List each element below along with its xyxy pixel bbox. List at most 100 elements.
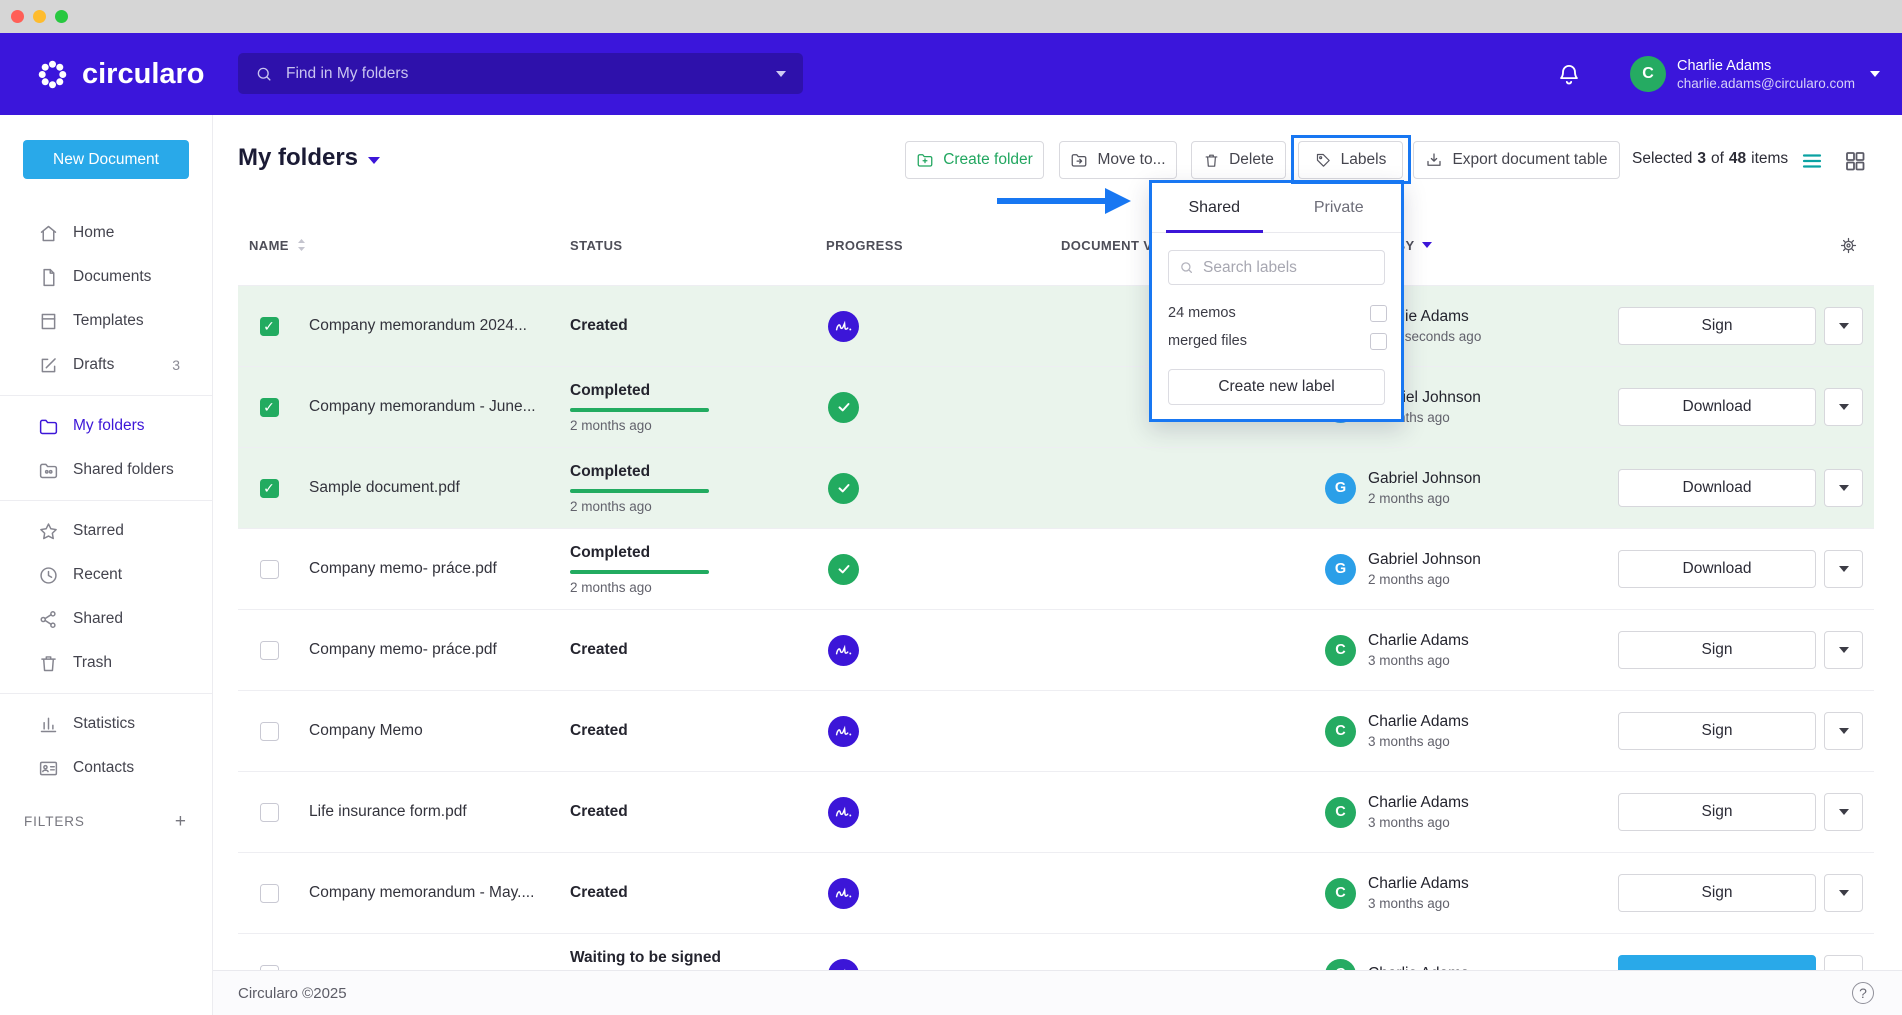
table-row[interactable]: Company Memo Created C Charlie Ad (238, 691, 1874, 772)
search-scope-dropdown-icon[interactable] (776, 71, 786, 77)
row-action-button[interactable]: Sign (1618, 793, 1816, 831)
grid-view-icon (1843, 149, 1867, 173)
sidebar-item-label: Shared (73, 610, 123, 628)
list-view-button[interactable] (1800, 149, 1824, 173)
sidebar-item-label: Drafts (73, 356, 114, 374)
document-icon (38, 267, 59, 288)
table-row[interactable]: Company memorandum - June... Completed 2… (238, 367, 1874, 448)
table-settings-gear-icon[interactable] (1839, 236, 1858, 255)
row-action-dropdown-button[interactable] (1824, 550, 1863, 588)
sidebar-item-documents[interactable]: Documents (0, 255, 212, 299)
sort-icon[interactable] (296, 237, 307, 253)
draft-icon (38, 355, 59, 376)
labels-popup: Shared Private Search labels 24 memos me… (1149, 180, 1404, 422)
create-new-label-button[interactable]: Create new label (1168, 369, 1385, 405)
row-action-dropdown-button[interactable] (1824, 874, 1863, 912)
sidebar-item-label: My folders (73, 417, 145, 435)
sidebar-item-my-folders[interactable]: My folders (0, 404, 212, 448)
signature-icon (835, 887, 852, 900)
create-folder-button[interactable]: Create folder (905, 141, 1044, 179)
delete-button[interactable]: Delete (1191, 141, 1286, 179)
row-action-button[interactable]: Download (1618, 469, 1816, 507)
row-action-dropdown-button[interactable] (1824, 712, 1863, 750)
page-title[interactable]: My folders (238, 144, 380, 172)
export-document-table-button[interactable]: Export document table (1413, 141, 1620, 179)
search-labels-input[interactable]: Search labels (1168, 250, 1385, 285)
close-window-button[interactable] (11, 10, 24, 23)
global-search-input[interactable]: Find in My folders (238, 53, 803, 94)
labels-list: 24 memos merged files (1168, 299, 1387, 355)
table-row[interactable]: Life insurance form.pdf Created C (238, 772, 1874, 853)
tab-shared[interactable]: Shared (1152, 183, 1277, 232)
document-name[interactable]: Company memo- práce.pdf (300, 610, 570, 690)
sidebar-item-trash[interactable]: Trash (0, 641, 212, 685)
document-name[interactable]: Life insurance form.pdf (300, 772, 570, 852)
column-header-progress[interactable]: PROGRESS (826, 238, 903, 253)
sidebar-item-label: Documents (73, 268, 151, 286)
label-name: merged files (1168, 333, 1247, 349)
table-row[interactable]: Company memorandum - May.... Created C (238, 853, 1874, 934)
sidebar-item-drafts[interactable]: Drafts 3 (0, 343, 212, 387)
row-action-button[interactable]: Sign (1618, 874, 1816, 912)
document-name[interactable]: Company memo- práce.pdf (300, 529, 570, 609)
row-checkbox[interactable] (260, 641, 279, 660)
sidebar-item-templates[interactable]: Templates (0, 299, 212, 343)
row-checkbox[interactable] (260, 317, 279, 336)
tab-private[interactable]: Private (1277, 183, 1402, 232)
sidebar-item-starred[interactable]: Starred (0, 509, 212, 553)
document-name[interactable]: Company memorandum 2024... (300, 286, 570, 366)
sidebar-item-recent[interactable]: Recent (0, 553, 212, 597)
zoom-window-button[interactable] (55, 10, 68, 23)
column-header-status[interactable]: STATUS (570, 238, 622, 253)
table-row[interactable]: Company memo- práce.pdf Created C (238, 610, 1874, 691)
row-action-button[interactable]: Download (1618, 550, 1816, 588)
row-action-button[interactable]: Sign (1618, 307, 1816, 345)
progress-icon (828, 797, 859, 828)
row-checkbox[interactable] (260, 560, 279, 579)
document-name[interactable]: Company memorandum - June... (300, 367, 570, 447)
label-item[interactable]: 24 memos (1168, 299, 1387, 327)
row-action-dropdown-button[interactable] (1824, 307, 1863, 345)
sidebar-item-shared[interactable]: Shared (0, 597, 212, 641)
sidebar-item-home[interactable]: Home (0, 211, 212, 255)
row-checkbox[interactable] (260, 398, 279, 417)
labels-button[interactable]: Labels (1298, 141, 1403, 179)
sidebar-item-label: Trash (73, 654, 112, 672)
label-item[interactable]: merged files (1168, 327, 1387, 355)
document-name[interactable]: Sample document.pdf (300, 448, 570, 528)
document-name[interactable]: Company Memo (300, 691, 570, 771)
avatar: C (1325, 635, 1356, 666)
user-name: Charlie Adams (1677, 58, 1855, 74)
row-checkbox[interactable] (260, 884, 279, 903)
notifications-button[interactable] (1556, 61, 1582, 87)
table-row[interactable]: Company memorandum 2024... Created C (238, 286, 1874, 367)
user-menu[interactable]: C Charlie Adams charlie.adams@circularo.… (1630, 56, 1880, 92)
label-checkbox[interactable] (1370, 333, 1387, 350)
sidebar-item-statistics[interactable]: Statistics (0, 702, 212, 746)
circularo-logo[interactable]: circularo (34, 55, 205, 93)
grid-view-button[interactable] (1843, 149, 1867, 173)
table-row[interactable]: Sample document.pdf Completed 2 months a… (238, 448, 1874, 529)
page-footer: Circularo ©2025 ? (213, 970, 1902, 1015)
new-document-button[interactable]: New Document (23, 140, 189, 179)
help-button[interactable]: ? (1852, 982, 1874, 1004)
row-action-button[interactable]: Download (1618, 388, 1816, 426)
add-filter-button[interactable]: + (175, 812, 186, 831)
row-checkbox[interactable] (260, 803, 279, 822)
minimize-window-button[interactable] (33, 10, 46, 23)
row-checkbox[interactable] (260, 479, 279, 498)
row-action-button[interactable]: Sign (1618, 712, 1816, 750)
sidebar-item-shared-folders[interactable]: Shared folders (0, 448, 212, 492)
table-row[interactable]: Company memo- práce.pdf Completed 2 mont… (238, 529, 1874, 610)
document-name[interactable]: Company memorandum - May.... (300, 853, 570, 933)
sidebar-item-contacts[interactable]: Contacts (0, 746, 212, 790)
row-action-button[interactable]: Sign (1618, 631, 1816, 669)
row-action-dropdown-button[interactable] (1824, 388, 1863, 426)
row-action-dropdown-button[interactable] (1824, 631, 1863, 669)
label-checkbox[interactable] (1370, 305, 1387, 322)
column-header-name[interactable]: NAME (249, 238, 289, 253)
move-to-button[interactable]: Move to... (1059, 141, 1177, 179)
row-checkbox[interactable] (260, 722, 279, 741)
row-action-dropdown-button[interactable] (1824, 793, 1863, 831)
row-action-dropdown-button[interactable] (1824, 469, 1863, 507)
